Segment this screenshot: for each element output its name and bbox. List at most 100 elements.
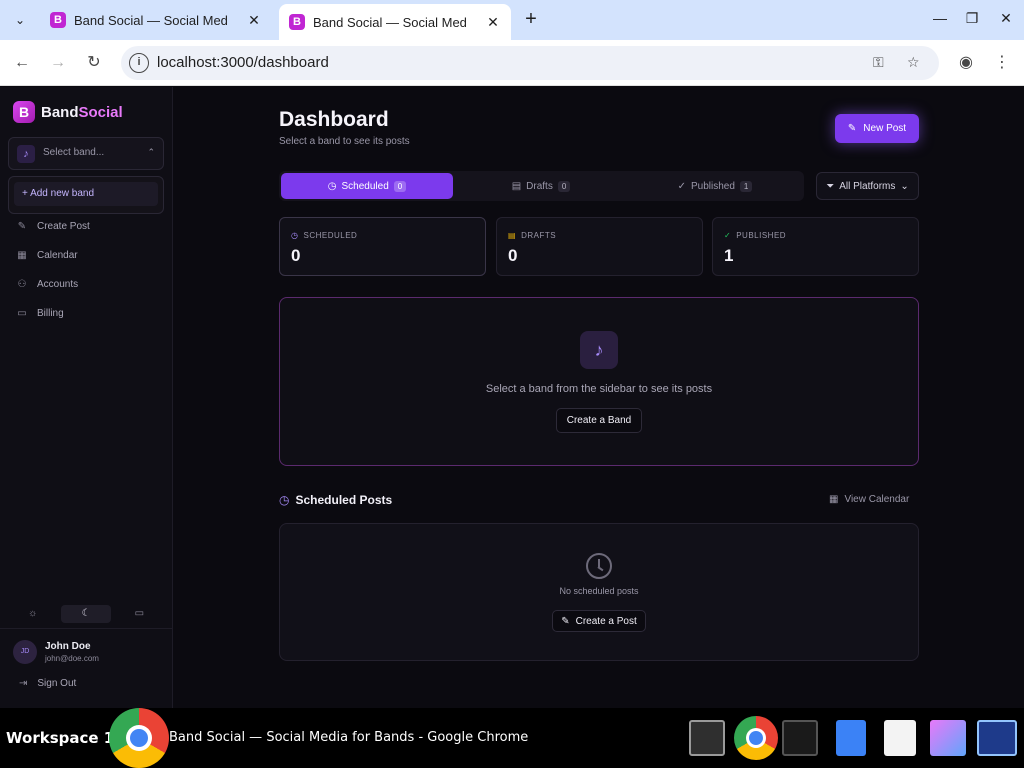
bookmark-star-icon[interactable]: ☆: [907, 54, 920, 71]
document-icon: ▤: [511, 180, 522, 192]
tab-count: 1: [739, 180, 753, 192]
no-scheduled-message: No scheduled posts: [559, 586, 639, 596]
new-post-button[interactable]: ✎ New Post: [835, 114, 919, 143]
url-text[interactable]: localhost:3000/dashboard: [157, 54, 329, 71]
avatar: JD: [13, 640, 37, 664]
password-key-icon[interactable]: ⚿: [873, 54, 884, 71]
restore-icon[interactable]: ❐: [960, 10, 984, 27]
divider: [0, 628, 172, 629]
chevron-up-icon: ⌃: [147, 147, 155, 157]
forward-icon[interactable]: →: [46, 51, 70, 75]
app-root: B BandSocial ♪ Select band... ⌃ + Add ne…: [0, 87, 1024, 708]
system-theme-icon[interactable]: ▭: [115, 605, 164, 623]
check-circle-icon: ✓: [724, 231, 732, 240]
back-icon[interactable]: ←: [10, 51, 34, 75]
clock-icon: ◷: [279, 493, 290, 507]
workspace-label: Workspace 1: [6, 729, 115, 747]
close-tab-icon[interactable]: ✕: [485, 14, 501, 31]
text-editor-icon[interactable]: [782, 720, 818, 756]
stat-value: 1: [724, 246, 734, 265]
create-band-button[interactable]: Create a Band: [556, 408, 642, 433]
band-select-placeholder: Select band...: [43, 147, 105, 158]
tab-title: Band Social — Social Med: [74, 12, 228, 28]
terminal-icon[interactable]: [689, 720, 725, 756]
sign-out-button[interactable]: ⇥ Sign Out: [19, 678, 76, 689]
stat-value: 0: [291, 246, 301, 265]
close-tab-icon[interactable]: ✕: [246, 12, 262, 29]
light-theme-icon[interactable]: ☼: [8, 605, 57, 623]
reload-icon[interactable]: ↻: [82, 51, 106, 75]
page-subtitle: Select a band to see its posts: [279, 136, 410, 147]
new-post-label: New Post: [863, 123, 907, 134]
stat-card-published[interactable]: ✓ PUBLISHED 1: [712, 217, 919, 276]
create-post-label: Create a Post: [575, 615, 637, 627]
scheduled-posts-heading: ◷ Scheduled Posts: [279, 493, 392, 507]
dark-theme-icon[interactable]: ☾: [61, 605, 111, 623]
music-note-icon: ♪: [580, 331, 618, 369]
calendar-icon: ▦: [17, 250, 27, 261]
sidebar-item-accounts[interactable]: ⚇ Accounts: [8, 270, 164, 299]
favicon-icon: B: [50, 12, 66, 28]
browser-tab-2[interactable]: B Band Social — Social Med ✕: [279, 4, 511, 40]
edit-icon: ✎: [561, 615, 570, 627]
site-info-icon[interactable]: i: [129, 53, 149, 73]
user-profile[interactable]: JD John Doe john@doe.com: [13, 640, 99, 664]
sign-out-icon: ⇥: [19, 678, 28, 689]
band-select[interactable]: ♪ Select band... ⌃: [8, 137, 164, 170]
user-name: John Doe: [45, 641, 91, 652]
close-window-icon[interactable]: ✕: [994, 10, 1018, 27]
sign-out-label: Sign Out: [37, 678, 77, 689]
minimize-icon[interactable]: —: [928, 10, 952, 26]
sidebar-item-label: Billing: [37, 308, 64, 319]
calculator-icon[interactable]: [977, 720, 1017, 756]
stat-value: 0: [508, 246, 518, 265]
sidebar-item-label: Accounts: [37, 279, 79, 290]
tab-count: 0: [557, 180, 571, 192]
document-icon: ▤: [508, 231, 517, 240]
menu-kebab-icon[interactable]: ⋮: [990, 51, 1014, 75]
chrome-tray-icon[interactable]: [734, 716, 778, 760]
brand-logo[interactable]: B BandSocial: [13, 101, 123, 123]
document-viewer-icon[interactable]: [884, 720, 916, 756]
sidebar: B BandSocial ♪ Select band... ⌃ + Add ne…: [0, 87, 173, 708]
select-band-empty-state: ♪ Select a band from the sidebar to see …: [279, 297, 919, 466]
view-calendar-link[interactable]: ▦ View Calendar: [829, 494, 909, 505]
theme-switch: ☼ ☾ ▭: [8, 605, 164, 623]
clock-icon: ◷: [291, 231, 299, 240]
card-icon: ▭: [17, 308, 27, 319]
tab-scheduled[interactable]: ◷ Scheduled 0: [281, 173, 453, 199]
brand-name: BandSocial: [41, 103, 123, 121]
stat-card-drafts[interactable]: ▤ DRAFTS 0: [496, 217, 703, 276]
sidebar-item-create-post[interactable]: ✎ Create Post: [8, 212, 164, 241]
sidebar-item-calendar[interactable]: ▦ Calendar: [8, 241, 164, 270]
file-manager-icon[interactable]: [836, 720, 866, 756]
tab-label: Drafts: [526, 180, 553, 192]
new-tab-button[interactable]: +: [520, 8, 542, 30]
chrome-app-icon[interactable]: [109, 708, 169, 768]
add-new-band-button[interactable]: + Add new band: [14, 182, 158, 206]
calendar-icon: ▦: [829, 494, 839, 505]
taskbar: Workspace 1 Band Social — Social Media f…: [0, 708, 1024, 768]
filter-icon: ⏷: [826, 180, 835, 192]
image-viewer-icon[interactable]: [930, 720, 966, 756]
view-calendar-label: View Calendar: [844, 494, 910, 505]
tab-published[interactable]: ✓ Published 1: [629, 173, 801, 199]
browser-tab-1[interactable]: B Band Social — Social Med ✕: [40, 4, 272, 36]
sidebar-nav: ✎ Create Post ▦ Calendar ⚇ Accounts ▭ Bi…: [8, 212, 164, 328]
tab-drafts[interactable]: ▤ Drafts 0: [455, 173, 627, 199]
create-post-button[interactable]: ✎ Create a Post: [552, 610, 646, 632]
tab-count: 0: [393, 180, 407, 192]
post-tabs: ◷ Scheduled 0 ▤ Drafts 0 ✓ Published 1: [279, 171, 804, 201]
profile-icon[interactable]: ◉: [954, 51, 978, 75]
tab-title: Band Social — Social Med: [313, 14, 467, 30]
edit-icon: ✎: [847, 123, 857, 134]
sidebar-item-billing[interactable]: ▭ Billing: [8, 299, 164, 328]
tab-search-icon[interactable]: ⌄: [8, 8, 32, 32]
edit-icon: ✎: [17, 221, 27, 232]
address-bar[interactable]: i localhost:3000/dashboard ⚿ ☆: [121, 46, 939, 80]
stat-card-scheduled[interactable]: ◷ SCHEDULED 0: [279, 217, 486, 276]
stat-label: PUBLISHED: [736, 231, 787, 240]
platform-filter-select[interactable]: ⏷ All Platforms ⌄: [816, 172, 919, 200]
sidebar-item-label: Calendar: [37, 250, 78, 261]
user-email: john@doe.com: [45, 654, 99, 663]
